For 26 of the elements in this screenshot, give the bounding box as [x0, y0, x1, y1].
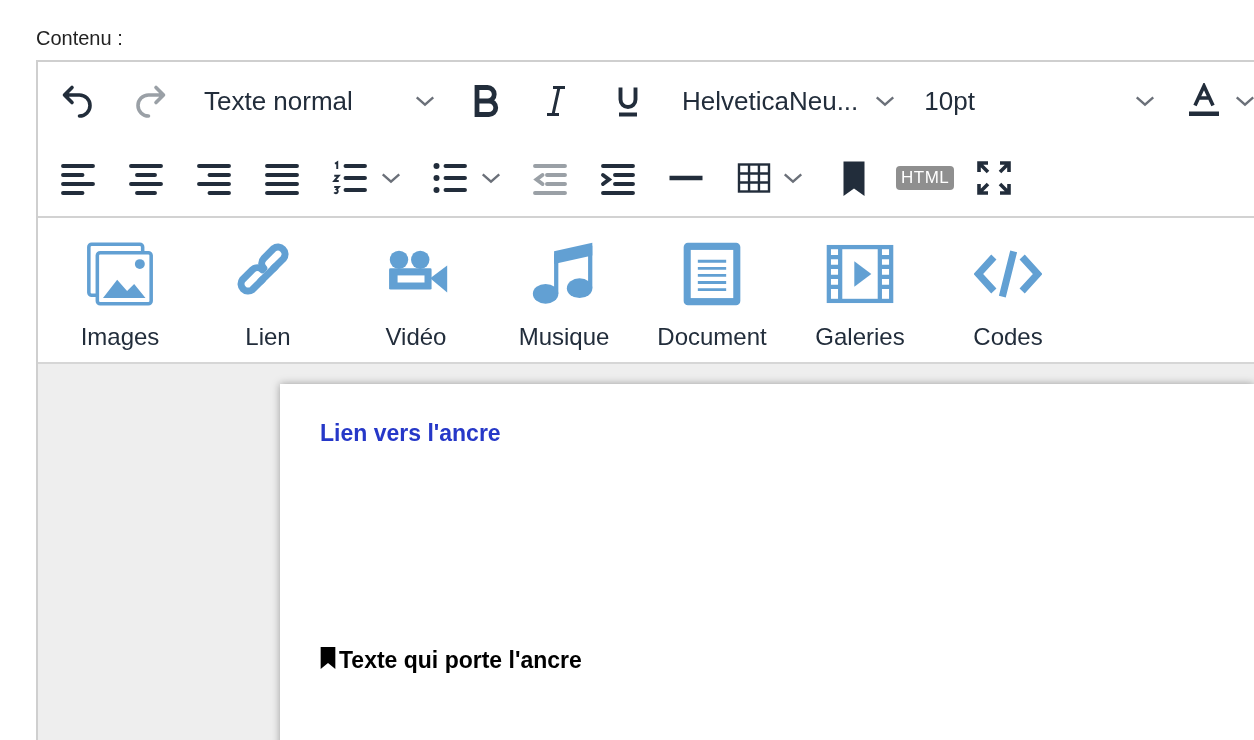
chevron-down-icon[interactable]	[480, 171, 502, 185]
document-insert-button[interactable]: Document	[638, 240, 786, 352]
music-insert-button[interactable]: Musique	[490, 240, 638, 352]
chevron-down-icon[interactable]	[414, 94, 436, 108]
font-family-select[interactable]: HelveticaNeu...	[682, 85, 859, 117]
chevron-down-icon[interactable]	[1134, 94, 1157, 108]
images-insert-button[interactable]: Images	[46, 240, 194, 352]
video-insert-button[interactable]: Vidéo	[342, 240, 490, 352]
pictures-icon	[86, 240, 154, 308]
chevron-down-icon[interactable]	[380, 171, 402, 185]
code-insert-button[interactable]: Codes	[934, 240, 1082, 352]
chevron-down-icon[interactable]	[782, 171, 804, 185]
chevron-down-icon[interactable]	[874, 94, 897, 108]
anchor-link[interactable]: Lien vers l'ancre	[320, 420, 501, 447]
numbered-list-icon[interactable]	[332, 160, 368, 196]
galleries-insert-button[interactable]: Galeries	[786, 240, 934, 352]
fullscreen-icon[interactable]	[976, 160, 1013, 196]
paragraph-format-select[interactable]: Texte normal	[204, 85, 402, 117]
field-label: Contenu :	[35, 26, 124, 51]
table-icon[interactable]	[736, 160, 772, 196]
bullet-list-icon[interactable]	[432, 160, 468, 196]
bookmark-icon	[320, 647, 336, 669]
link-insert-button[interactable]: Lien	[194, 240, 342, 352]
chevron-down-icon[interactable]	[1234, 94, 1254, 108]
font-size-select[interactable]: 10pt	[924, 85, 1123, 117]
anchored-text: Texte qui porte l'ancre	[339, 647, 582, 674]
